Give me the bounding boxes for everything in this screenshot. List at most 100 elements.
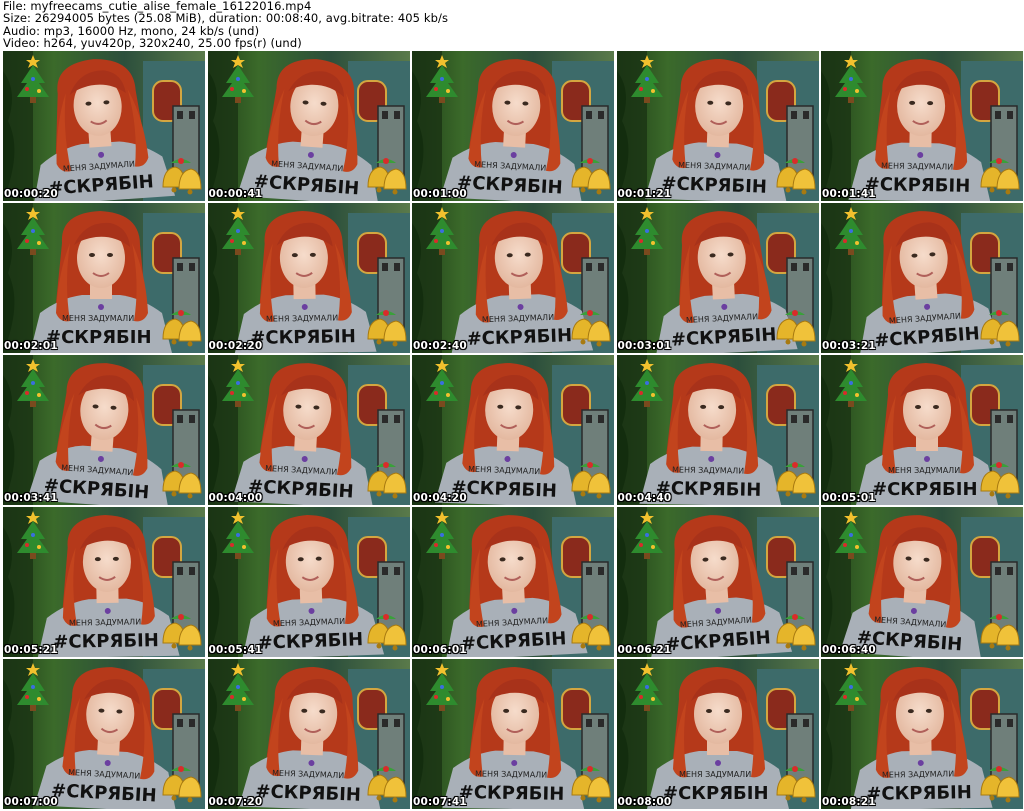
thumbnail-frame: МЕНЯ ЗАДУМАЛИ #СКРЯБІН 00:07:20 <box>207 659 410 809</box>
svg-text:МЕНЯ ЗАДУМАЛИ: МЕНЯ ЗАДУМАЛИ <box>671 465 743 475</box>
svg-text:#СКРЯБІН: #СКРЯБІН <box>255 781 361 806</box>
svg-text:#СКРЯБІН: #СКРЯБІН <box>53 630 159 653</box>
timestamp-label: 00:08:00 <box>617 796 672 808</box>
timestamp-label: 00:05:21 <box>4 644 58 656</box>
webcam-frame-image: МЕНЯ ЗАДУМАЛИ #СКРЯБІН <box>821 659 1023 809</box>
webcam-frame-image: МЕНЯ ЗАДУМАЛИ #СКРЯБІН <box>412 203 614 353</box>
timestamp-label: 00:06:40 <box>822 644 876 656</box>
svg-text:#СКРЯБІН: #СКРЯБІН <box>661 173 767 198</box>
webcam-frame-image: МЕНЯ ЗАДУМАЛИ #СКРЯБІН <box>616 203 819 353</box>
timestamp-label: 00:02:01 <box>4 340 58 352</box>
timestamp-label: 00:03:21 <box>822 340 876 352</box>
webcam-frame-image: МЕНЯ ЗАДУМАЛИ #СКРЯБІН <box>207 51 410 201</box>
thumbnail-frame: МЕНЯ ЗАДУМАЛИ #СКРЯБІН 00:02:20 <box>207 203 410 353</box>
timestamp-label: 00:06:21 <box>617 644 672 656</box>
webcam-frame-image: МЕНЯ ЗАДУМАЛИ #СКРЯБІН <box>821 51 1023 201</box>
webcam-frame-image: МЕНЯ ЗАДУМАЛИ #СКРЯБІН <box>412 659 614 809</box>
size-line: Size: 26294005 bytes (25.08 MiB), durati… <box>3 11 449 26</box>
thumbnail-frame: МЕНЯ ЗАДУМАЛИ #СКРЯБІН 00:05:41 <box>207 507 410 657</box>
thumbnail-frame: МЕНЯ ЗАДУМАЛИ #СКРЯБІН 00:04:20 <box>412 355 614 505</box>
webcam-frame-image: МЕНЯ ЗАДУМАЛИ #СКРЯБІН <box>821 355 1023 505</box>
webcam-frame-image: МЕНЯ ЗАДУМАЛИ #СКРЯБІН <box>616 355 819 505</box>
thumbnail-frame: МЕНЯ ЗАДУМАЛИ #СКРЯБІН 00:01:21 <box>616 51 819 201</box>
timestamp-label: 00:07:41 <box>413 796 467 808</box>
thumbnail-frame: МЕНЯ ЗАДУМАЛИ #СКРЯБІН 00:02:01 <box>3 203 205 353</box>
thumbnail-frame: МЕНЯ ЗАДУМАЛИ #СКРЯБІН 00:08:21 <box>821 659 1023 809</box>
thumbnail-frame: МЕНЯ ЗАДУМАЛИ #СКРЯБІН 00:07:41 <box>412 659 614 809</box>
thumbnail-frame: МЕНЯ ЗАДУМАЛИ #СКРЯБІН 00:02:40 <box>412 203 614 353</box>
svg-text:МЕНЯ ЗАДУМАЛИ: МЕНЯ ЗАДУМАЛИ <box>888 466 960 475</box>
thumbnail-frame: МЕНЯ ЗАДУМАЛИ #СКРЯБІН 00:07:00 <box>3 659 205 809</box>
thumbnail-frame: МЕНЯ ЗАДУМАЛИ #СКРЯБІН 00:08:00 <box>616 659 819 809</box>
svg-text:#СКРЯБІН: #СКРЯБІН <box>872 479 978 500</box>
webcam-frame-image: МЕНЯ ЗАДУМАЛИ #СКРЯБІН <box>821 507 1023 657</box>
webcam-frame-image: МЕНЯ ЗАДУМАЛИ #СКРЯБІН <box>616 507 819 657</box>
svg-text:МЕНЯ ЗАДУМАЛИ: МЕНЯ ЗАДУМАЛИ <box>62 314 134 323</box>
webcam-frame-image: МЕНЯ ЗАДУМАЛИ #СКРЯБІН <box>821 203 1023 353</box>
webcam-frame-image: МЕНЯ ЗАДУМАЛИ #СКРЯБІН <box>616 51 819 201</box>
thumbnail-grid: МЕНЯ ЗАДУМАЛИ #СКРЯБІН 00:00:20 МЕНЯ ЗАД… <box>3 51 1023 809</box>
webcam-frame-image: МЕНЯ ЗАДУМАЛИ #СКРЯБІН <box>207 355 410 505</box>
timestamp-label: 00:04:00 <box>208 492 263 504</box>
svg-text:#СКРЯБІН: #СКРЯБІН <box>250 326 356 349</box>
thumbnail-frame: МЕНЯ ЗАДУМАЛИ #СКРЯБІН 00:03:01 <box>616 203 819 353</box>
thumbnail-frame: МЕНЯ ЗАДУМАЛИ #СКРЯБІН 00:03:41 <box>3 355 205 505</box>
timestamp-label: 00:07:20 <box>208 796 263 808</box>
timestamp-label: 00:00:41 <box>208 188 263 200</box>
file-info-header: File: myfreecams_cutie_alise_female_1612… <box>0 0 1024 50</box>
svg-text:#СКРЯБІН: #СКРЯБІН <box>257 629 363 654</box>
timestamp-label: 00:03:01 <box>617 340 672 352</box>
webcam-frame-image: МЕНЯ ЗАДУМАЛИ #СКРЯБІН <box>207 507 410 657</box>
webcam-frame-image: МЕНЯ ЗАДУМАЛИ #СКРЯБІН <box>207 203 410 353</box>
thumbnail-frame: МЕНЯ ЗАДУМАЛИ #СКРЯБІН 00:01:00 <box>412 51 614 201</box>
thumbnail-frame: МЕНЯ ЗАДУМАЛИ #СКРЯБІН 00:00:41 <box>207 51 410 201</box>
thumbnail-frame: МЕНЯ ЗАДУМАЛИ #СКРЯБІН 00:04:40 <box>616 355 819 505</box>
thumbnail-frame: МЕНЯ ЗАДУМАЛИ #СКРЯБІН 00:06:01 <box>412 507 614 657</box>
timestamp-label: 00:02:40 <box>413 340 467 352</box>
webcam-frame-image: МЕНЯ ЗАДУМАЛИ #СКРЯБІН <box>207 659 410 809</box>
thumbnail-frame: МЕНЯ ЗАДУМАЛИ #СКРЯБІН 00:00:20 <box>3 51 205 201</box>
thumbnail-frame: МЕНЯ ЗАДУМАЛИ #СКРЯБІН 00:04:00 <box>207 355 410 505</box>
timestamp-label: 00:00:20 <box>4 188 58 200</box>
svg-text:МЕНЯ ЗАДУМАЛИ: МЕНЯ ЗАДУМАЛИ <box>265 313 337 323</box>
thumbnail-frame: МЕНЯ ЗАДУМАЛИ #СКРЯБІН 00:05:01 <box>821 355 1023 505</box>
timestamp-label: 00:08:21 <box>822 796 876 808</box>
timestamp-label: 00:03:41 <box>4 492 58 504</box>
timestamp-label: 00:05:41 <box>208 644 263 656</box>
webcam-frame-image: МЕНЯ ЗАДУМАЛИ #СКРЯБІН <box>3 355 205 505</box>
timestamp-label: 00:01:00 <box>413 188 467 200</box>
timestamp-label: 00:04:40 <box>617 492 672 504</box>
svg-text:#СКРЯБІН: #СКРЯБІН <box>865 174 971 197</box>
timestamp-label: 00:05:01 <box>822 492 876 504</box>
svg-text:#СКРЯБІН: #СКРЯБІН <box>866 782 972 805</box>
svg-text:МЕНЯ ЗАДУМАЛИ: МЕНЯ ЗАДУМАЛИ <box>69 617 141 627</box>
thumbnail-frame: МЕНЯ ЗАДУМАЛИ #СКРЯБІН 00:06:21 <box>616 507 819 657</box>
svg-text:#СКРЯБІН: #СКРЯБІН <box>46 327 152 348</box>
svg-text:МЕНЯ ЗАДУМАЛИ: МЕНЯ ЗАДУМАЛИ <box>475 769 547 779</box>
timestamp-label: 00:01:21 <box>617 188 672 200</box>
video-line: Video: h264, yuv420p, 320x240, 25.00 fps… <box>3 35 302 50</box>
svg-text:#СКРЯБІН: #СКРЯБІН <box>459 782 565 805</box>
timestamp-label: 00:01:41 <box>822 188 876 200</box>
webcam-frame-image: МЕНЯ ЗАДУМАЛИ #СКРЯБІН <box>412 507 614 657</box>
timestamp-label: 00:06:01 <box>413 644 467 656</box>
webcam-frame-image: МЕНЯ ЗАДУМАЛИ #СКРЯБІН <box>412 355 614 505</box>
webcam-frame-image: МЕНЯ ЗАДУМАЛИ #СКРЯБІН <box>3 203 205 353</box>
thumbnail-frame: МЕНЯ ЗАДУМАЛИ #СКРЯБІН 00:06:40 <box>821 507 1023 657</box>
thumbnail-frame: МЕНЯ ЗАДУМАЛИ #СКРЯБІН 00:05:21 <box>3 507 205 657</box>
thumbnail-frame: МЕНЯ ЗАДУМАЛИ #СКРЯБІН 00:01:41 <box>821 51 1023 201</box>
svg-text:МЕНЯ ЗАДУМАЛИ: МЕНЯ ЗАДУМАЛИ <box>882 769 954 779</box>
svg-text:МЕНЯ ЗАДУМАЛИ: МЕНЯ ЗАДУМАЛИ <box>881 161 953 171</box>
webcam-frame-image: МЕНЯ ЗАДУМАЛИ #СКРЯБІН <box>3 659 205 809</box>
svg-text:МЕНЯ ЗАДУМАЛИ: МЕНЯ ЗАДУМАЛИ <box>679 770 751 779</box>
timestamp-label: 00:02:20 <box>208 340 263 352</box>
webcam-frame-image: МЕНЯ ЗАДУМАЛИ #СКРЯБІН <box>3 507 205 657</box>
webcam-frame-image: МЕНЯ ЗАДУМАЛИ #СКРЯБІН <box>412 51 614 201</box>
webcam-frame-image: МЕНЯ ЗАДУМАЛИ #СКРЯБІН <box>3 51 205 201</box>
svg-text:#СКРЯБІН: #СКРЯБІН <box>466 325 572 350</box>
timestamp-label: 00:04:20 <box>413 492 467 504</box>
timestamp-label: 00:07:00 <box>4 796 58 808</box>
thumbnail-frame: МЕНЯ ЗАДУМАЛИ #СКРЯБІН 00:03:21 <box>821 203 1023 353</box>
webcam-frame-image: МЕНЯ ЗАДУМАЛИ #СКРЯБІН <box>616 659 819 809</box>
svg-text:#СКРЯБІН: #СКРЯБІН <box>663 783 769 804</box>
